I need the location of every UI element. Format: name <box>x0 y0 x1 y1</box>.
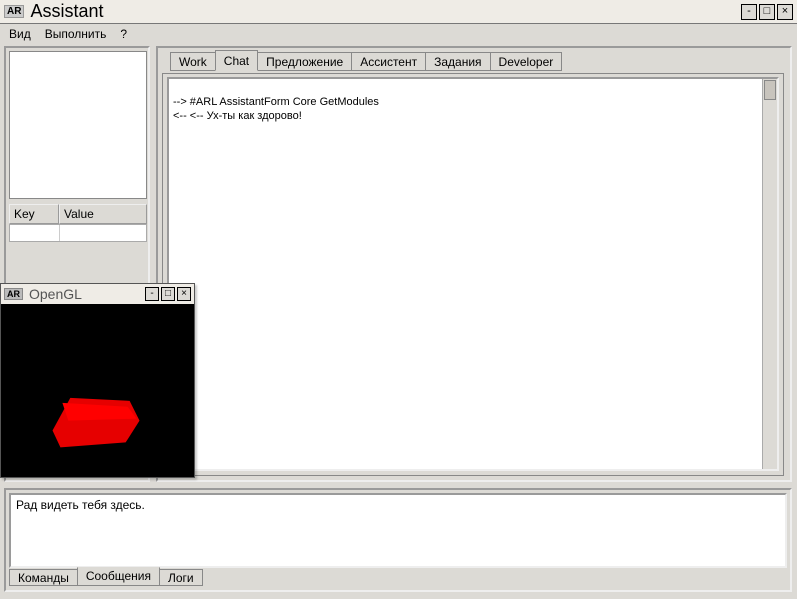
tabs-bottom: Команды Сообщения Логи <box>9 569 202 588</box>
titlebar: AR Assistant - □ × <box>0 0 797 24</box>
tab-work[interactable]: Work <box>170 52 216 71</box>
tree-view[interactable] <box>9 51 147 199</box>
kv-row[interactable] <box>9 224 147 242</box>
minimize-button[interactable]: - <box>741 4 757 20</box>
opengl-minimize-button[interactable]: - <box>145 287 159 301</box>
opengl-titlebar[interactable]: AR OpenGL - □ × <box>1 284 194 304</box>
bottom-panel: Рад видеть тебя здесь. Команды Сообщения… <box>4 488 792 592</box>
menu-run[interactable]: Выполнить <box>40 25 112 43</box>
tabs-top: Work Chat Предложение Ассистент Задания … <box>164 52 790 73</box>
opengl-maximize-button[interactable]: □ <box>161 287 175 301</box>
app-icon: AR <box>4 5 24 18</box>
menu-help[interactable]: ? <box>115 25 132 43</box>
keyvalue-grid[interactable]: Key Value <box>9 204 147 276</box>
chat-log[interactable]: --> #ARL AssistantForm Core GetModules <… <box>167 77 779 471</box>
opengl-app-icon: AR <box>4 288 23 300</box>
opengl-window[interactable]: AR OpenGL - □ × <box>0 283 195 478</box>
opengl-canvas[interactable] <box>1 304 194 477</box>
chat-scrollbar[interactable] <box>762 79 777 469</box>
tab-assistant[interactable]: Ассистент <box>351 52 426 71</box>
tab-chat[interactable]: Chat <box>215 50 258 71</box>
btab-commands[interactable]: Команды <box>9 569 78 586</box>
scrollbar-thumb[interactable] <box>764 80 776 100</box>
message-text: Рад видеть тебя здесь. <box>16 498 145 512</box>
message-box[interactable]: Рад видеть тебя здесь. <box>9 493 787 568</box>
window-title: Assistant <box>30 1 741 22</box>
menu-view[interactable]: Вид <box>4 25 36 43</box>
right-panel: Work Chat Предложение Ассистент Задания … <box>156 46 792 482</box>
menubar: Вид Выполнить ? <box>0 24 797 44</box>
btab-messages[interactable]: Сообщения <box>77 567 160 586</box>
maximize-button[interactable]: □ <box>759 4 775 20</box>
kv-header-key[interactable]: Key <box>9 204 59 224</box>
opengl-close-button[interactable]: × <box>177 287 191 301</box>
kv-header-value[interactable]: Value <box>59 204 147 224</box>
tab-offer[interactable]: Предложение <box>257 52 352 71</box>
tab-pane-chat: --> #ARL AssistantForm Core GetModules <… <box>162 73 784 476</box>
tab-developer[interactable]: Developer <box>490 52 563 71</box>
tab-tasks[interactable]: Задания <box>425 52 490 71</box>
opengl-title: OpenGL <box>29 286 145 302</box>
btab-logs[interactable]: Логи <box>159 569 203 586</box>
chat-line-2: <-- <-- Ух-ты как здорово! <box>173 110 302 122</box>
chat-line-1: --> #ARL AssistantForm Core GetModules <box>173 96 379 108</box>
kv-header: Key Value <box>9 204 147 224</box>
close-button[interactable]: × <box>777 4 793 20</box>
